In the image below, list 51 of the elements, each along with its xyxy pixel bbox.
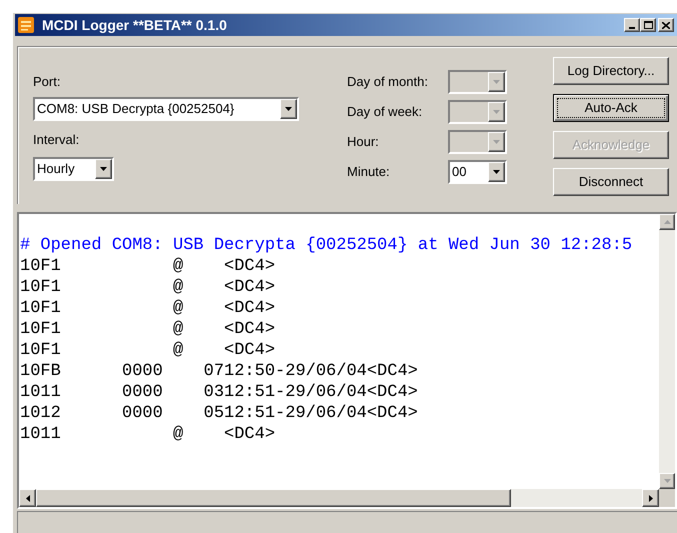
interval-label: Interval:	[33, 132, 80, 148]
field-label: Hour:	[347, 133, 380, 152]
scroll-up-button[interactable]	[659, 214, 675, 230]
scrollbar-thumb[interactable]	[36, 489, 511, 507]
log-line: 10FB 0000 0712:50-29/06/04<DC4>	[20, 361, 418, 382]
caret-icon	[493, 80, 500, 84]
vertical-scrollbar[interactable]	[659, 214, 675, 489]
horizontal-scrollbar[interactable]	[19, 489, 659, 507]
field-label: Day of week:	[347, 103, 424, 122]
field-label: Minute:	[347, 163, 391, 182]
log-line: 1011 @ <DC4>	[20, 424, 276, 445]
caret-icon	[285, 107, 292, 111]
dropdown[interactable]: COM8: USB Decrypta {00252504}	[33, 97, 299, 121]
scroll-left-button[interactable]	[19, 489, 36, 507]
dropdown-arrow-button[interactable]	[488, 162, 505, 182]
right-arrow-icon	[648, 494, 652, 502]
action-button[interactable]: Auto-Ack	[553, 94, 669, 122]
caret-icon	[493, 110, 500, 114]
log-line: 10F1 @ <DC4>	[20, 319, 276, 340]
scrollbar-corner	[659, 489, 675, 507]
scroll-down-button[interactable]	[659, 473, 675, 489]
close-icon	[662, 22, 670, 28]
action-button[interactable]: Log Directory...	[553, 57, 669, 85]
log-line: 10F1 @ <DC4>	[20, 340, 276, 361]
field-label: Day of month:	[347, 73, 429, 92]
maximize-button[interactable]	[640, 18, 656, 32]
log-line: 1012 0000 0512:51-29/06/04<DC4>	[20, 403, 418, 424]
caret-icon	[493, 170, 500, 174]
window-title: MCDI Logger **BETA** 0.1.0	[42, 16, 227, 35]
close-button[interactable]	[658, 18, 674, 32]
minimize-button[interactable]	[624, 18, 640, 32]
log-line: 1011 0000 0312:51-29/06/04<DC4>	[20, 382, 418, 403]
down-arrow-icon	[664, 479, 670, 483]
port-label: Port:	[33, 74, 62, 90]
caret-icon	[100, 167, 107, 171]
app-icon	[18, 17, 34, 33]
dropdown[interactable]: Hourly	[33, 157, 114, 181]
up-arrow-icon	[664, 220, 670, 224]
maximize-icon	[644, 21, 652, 29]
dropdown-arrow-button[interactable]	[95, 159, 112, 179]
caret-icon	[493, 140, 500, 144]
log-line: 10F1 @ <DC4>	[20, 277, 276, 298]
dropdown-arrow-button[interactable]	[280, 99, 297, 119]
log-line: 10F1 @ <DC4>	[20, 256, 276, 277]
minimize-icon	[629, 27, 635, 29]
scroll-right-button[interactable]	[642, 489, 659, 507]
left-arrow-icon	[26, 494, 30, 502]
log-header-line: # Opened COM8: USB Decrypta {00252504} at Wed Jun 30 12:28:5	[20, 235, 632, 256]
log-line: 10F1 @ <DC4>	[20, 298, 276, 319]
action-button[interactable]: Disconnect	[553, 168, 669, 196]
dropdown[interactable]: 00	[448, 160, 507, 184]
